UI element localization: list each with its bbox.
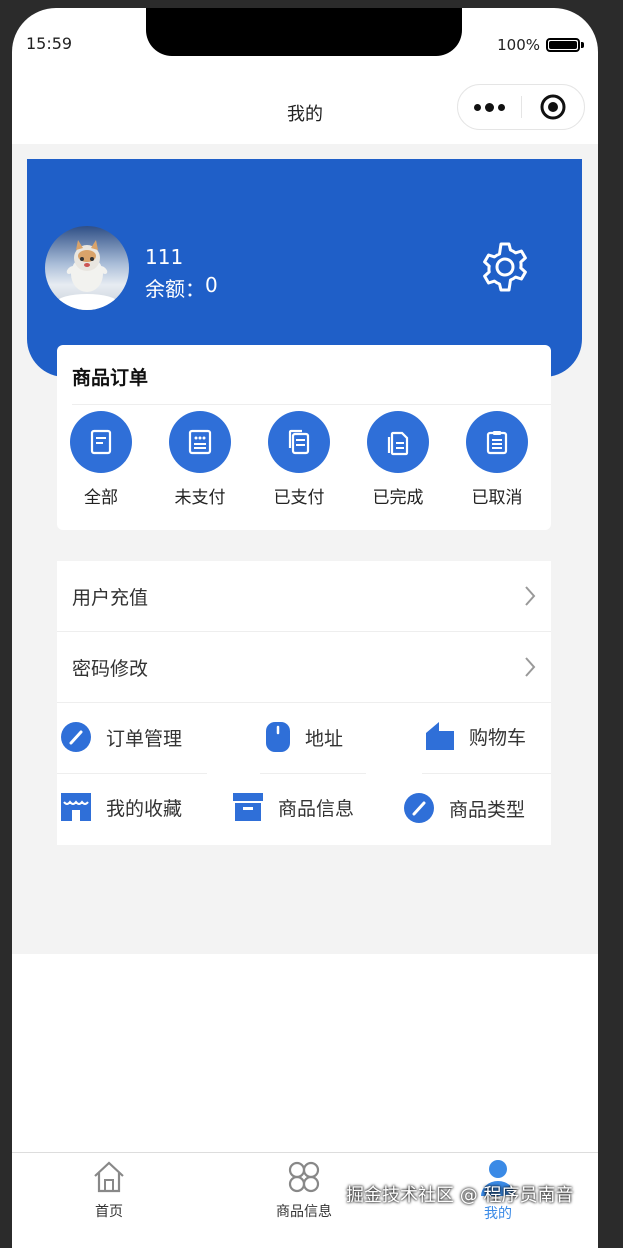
menu-row-recharge[interactable]: 用户充值 — [57, 561, 551, 632]
grid-item-product-type[interactable]: 商品类型 — [403, 792, 525, 824]
balance-label: 余额： — [145, 277, 205, 301]
order-paid-circle — [268, 411, 330, 473]
pending-icon — [188, 429, 212, 455]
menu-row-password[interactable]: 密码修改 — [57, 632, 551, 703]
battery-icon — [546, 38, 580, 52]
close-button[interactable] — [522, 94, 585, 120]
grid-label-product-info: 商品信息 — [278, 797, 355, 820]
orders-card: 商品订单 全部 未支付 已支付 已完成 已取消 — [57, 345, 551, 530]
order-cancelled-label: 已取消 — [471, 488, 523, 508]
files-icon — [387, 431, 409, 456]
order-completed-label: 已完成 — [372, 488, 424, 508]
clipboard-icon — [486, 431, 508, 455]
tab-home-label: 首页 — [95, 1204, 123, 1220]
battery-tip — [581, 42, 584, 48]
notch — [146, 8, 462, 56]
user-name: 111 — [145, 245, 184, 269]
balance-value: 0 — [205, 273, 218, 297]
grid-label-order-manage: 订单管理 — [106, 727, 183, 750]
grid-item-product-info[interactable]: 商品信息 — [232, 792, 354, 822]
menu-card: 用户充值 密码修改 订单管理 地址 购物车 我的收藏 商品信息 商品类型 — [57, 561, 551, 845]
grid-item-favorites[interactable]: 我的收藏 — [60, 792, 182, 822]
grid-item-cart[interactable]: 购物车 — [425, 721, 526, 751]
orders-divider — [72, 404, 551, 405]
user-balance: 余额： 0 — [145, 273, 218, 302]
order-completed-circle — [367, 411, 429, 473]
order-unpaid-label: 未支付 — [174, 488, 226, 508]
grid-label-address: 地址 — [305, 727, 344, 750]
grid-divider — [422, 773, 551, 774]
gauge-icon — [61, 722, 91, 752]
tab-products[interactable]: 商品信息 — [254, 1159, 354, 1221]
home-icon — [94, 1161, 124, 1193]
order-unpaid[interactable]: 未支付 — [160, 411, 240, 508]
orders-title: 商品订单 — [72, 367, 149, 389]
doc-icon — [90, 429, 112, 455]
order-all[interactable]: 全部 — [61, 411, 141, 508]
grid-label-product-type: 商品类型 — [449, 798, 526, 821]
grid-label-favorites: 我的收藏 — [106, 797, 183, 820]
mini-program-capsule — [457, 84, 585, 130]
menu-label-recharge: 用户充值 — [72, 587, 149, 609]
building-icon — [426, 722, 454, 750]
status-time: 15:59 — [26, 34, 73, 53]
cat-avatar-image — [57, 240, 117, 310]
archive-icon — [233, 793, 263, 821]
mouse-icon — [266, 722, 290, 752]
order-unpaid-circle — [169, 411, 231, 473]
grid-icon — [288, 1161, 320, 1193]
order-paid-label: 已支付 — [273, 488, 325, 508]
nav-bar: 我的 — [12, 64, 598, 144]
status-battery: 100% — [497, 36, 584, 54]
chevron-right-icon — [525, 586, 536, 606]
menu-label-password: 密码修改 — [72, 658, 149, 680]
grid-divider — [57, 773, 207, 774]
gauge-icon — [404, 793, 434, 823]
phone-screen: 15:59 100% 我的 111 余额： 0 商品订单 全部 未支付 已支付 … — [12, 8, 598, 1248]
order-cancelled[interactable]: 已取消 — [457, 411, 537, 508]
avatar[interactable] — [45, 226, 129, 310]
order-cancelled-circle — [466, 411, 528, 473]
chevron-right-icon — [525, 657, 536, 677]
order-paid[interactable]: 已支付 — [259, 411, 339, 508]
grid-divider — [260, 773, 366, 774]
order-all-label: 全部 — [84, 488, 118, 508]
battery-percent: 100% — [497, 36, 540, 54]
grid-label-cart: 购物车 — [469, 726, 527, 749]
order-all-circle — [70, 411, 132, 473]
order-completed[interactable]: 已完成 — [358, 411, 438, 508]
copy-icon — [288, 429, 310, 455]
grid-item-order-manage[interactable]: 订单管理 — [60, 721, 182, 753]
target-icon — [540, 94, 566, 120]
tab-products-label: 商品信息 — [276, 1204, 332, 1220]
more-button[interactable] — [458, 102, 521, 112]
gear-icon — [483, 242, 527, 292]
tab-home[interactable]: 首页 — [59, 1159, 159, 1221]
settings-button[interactable] — [477, 239, 533, 295]
page-content: 111 余额： 0 商品订单 全部 未支付 已支付 已完成 已取消 用户充值 密… — [12, 144, 598, 954]
watermark: 掘金技术社区 @ 程序员南音 — [346, 1185, 574, 1206]
grid-item-address[interactable]: 地址 — [265, 721, 343, 753]
store-icon — [61, 793, 91, 821]
